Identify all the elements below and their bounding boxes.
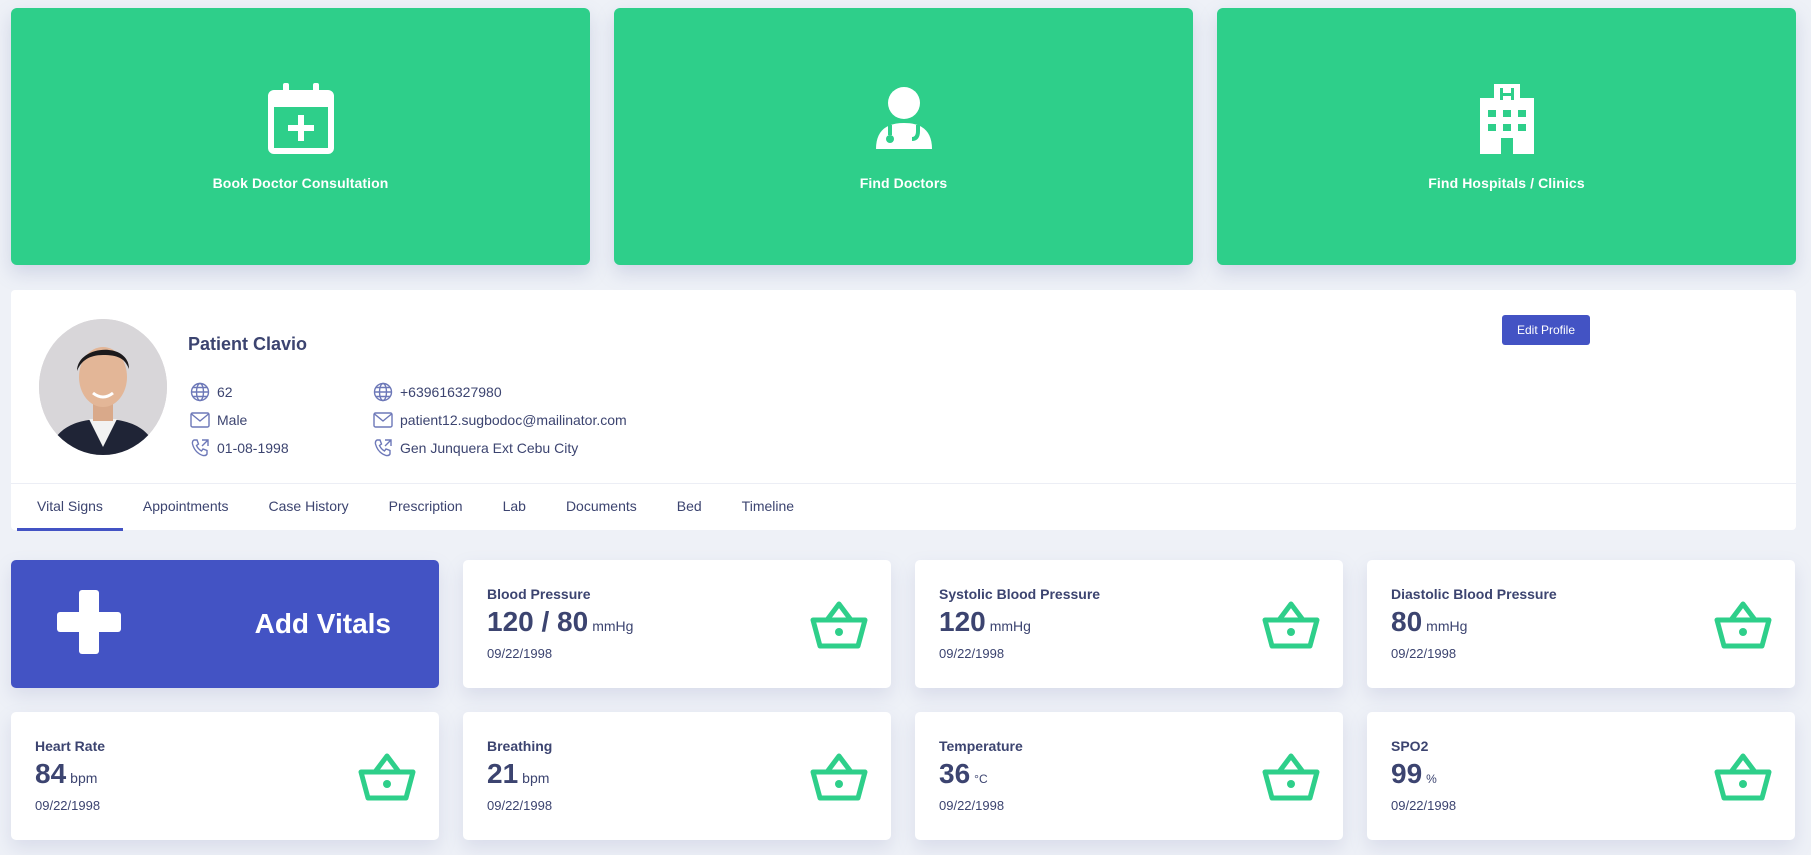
phone-row: +639616327980 [372,378,627,406]
vitals-grid: Add Vitals Blood Pressure 120 / 80 mmHg 0… [11,560,1796,840]
vital-title: Temperature [939,738,1023,754]
phone-value: +639616327980 [400,384,502,400]
vital-title: Systolic Blood Pressure [939,586,1101,602]
gender-row: Male [189,406,289,434]
vital-title: SPO2 [1391,738,1429,754]
vital-date: 09/22/1998 [35,798,101,813]
patient-info-right: +639616327980 patient12.sugbodoc@mailina… [372,378,627,462]
vital-date: 09/22/1998 [939,646,1005,661]
vital-title: Diastolic Blood Pressure [1391,586,1557,602]
avatar [39,319,167,455]
find-doctors-label: Find Doctors [859,174,948,191]
vital-unit: bpm [70,770,98,786]
vital-date: 09/22/1998 [1391,798,1457,813]
tab-bed[interactable]: Bed [657,484,722,531]
mail-icon [372,409,394,431]
birthdate-row: 01-08-1998 [189,434,289,462]
vital-title: Blood Pressure [487,586,591,602]
action-cards: Book Doctor Consultation Find Doctors Fi… [11,8,1796,265]
vital-title: Breathing [487,738,553,754]
vital-value: 36 [939,758,971,789]
basket-icon [1714,601,1772,649]
mail-icon [189,409,211,431]
find-hospitals-card[interactable]: Find Hospitals / Clinics [1217,8,1796,265]
basket-icon [1262,601,1320,649]
basket-icon [810,753,868,801]
vital-card-diastolic: Diastolic Blood Pressure 80 mmHg 09/22/19… [1367,560,1795,688]
phone-icon [372,437,394,459]
vital-date: 09/22/1998 [939,798,1005,813]
patient-profile-panel: Patient Clavio Edit Profile 62 Male 01-0… [11,290,1796,531]
vital-value: 120 / 80 [487,606,589,637]
basket-icon [810,601,868,649]
address-row: Gen Junquera Ext Cebu City [372,434,627,462]
tab-timeline[interactable]: Timeline [722,484,814,531]
basket-icon [1262,753,1320,801]
vital-card-temperature: Temperature 36 °C 09/22/1998 [915,712,1343,840]
tab-case-history[interactable]: Case History [249,484,369,531]
email-value: patient12.sugbodoc@mailinator.com [400,412,627,428]
vital-value: 120 [939,606,986,637]
calendar-plus-icon [265,82,337,155]
vital-card-blood-pressure: Blood Pressure 120 / 80 mmHg 09/22/1998 [463,560,891,688]
plus-icon [57,590,121,654]
basket-icon [358,753,416,801]
book-consultation-label: Book Doctor Consultation [212,174,389,191]
find-doctors-card[interactable]: Find Doctors [614,8,1193,265]
vital-card-spo2: SPO2 99% 09/22/1998 [1367,712,1795,840]
vital-unit: °C [974,772,988,786]
tab-vital-signs[interactable]: Vital Signs [17,484,123,531]
vital-value: 80 [1391,606,1423,637]
tab-lab[interactable]: Lab [483,484,546,531]
doctor-icon [868,83,940,155]
birthdate-value: 01-08-1998 [217,440,289,456]
book-consultation-card[interactable]: Book Doctor Consultation [11,8,590,265]
hospital-icon [1471,83,1543,155]
profile-tabs: Vital Signs Appointments Case History Pr… [11,483,1796,531]
vital-date: 09/22/1998 [487,646,553,661]
vital-date: 09/22/1998 [1391,646,1457,661]
vital-value: 99 [1391,758,1423,789]
vital-unit: bpm [522,770,550,786]
vital-card-breathing: Breathing 21 bpm 09/22/1998 [463,712,891,840]
vital-value: 21 [487,758,519,789]
vital-date: 09/22/1998 [487,798,553,813]
age-row: 62 [189,378,289,406]
tab-documents[interactable]: Documents [546,484,657,531]
tab-prescription[interactable]: Prescription [369,484,483,531]
patient-info-left: 62 Male 01-08-1998 [189,378,289,462]
add-vitals-button[interactable]: Add Vitals [11,560,439,688]
gender-value: Male [217,412,248,428]
find-hospitals-label: Find Hospitals / Clinics [1428,174,1585,191]
address-value: Gen Junquera Ext Cebu City [400,440,579,456]
phone-icon [189,437,211,459]
globe-icon [189,381,211,403]
vital-unit: mmHg [1426,618,1468,634]
email-row: patient12.sugbodoc@mailinator.com [372,406,627,434]
vital-card-systolic: Systolic Blood Pressure 120 mmHg 09/22/19… [915,560,1343,688]
vital-card-heart-rate: Heart Rate 84 bpm 09/22/1998 [11,712,439,840]
basket-icon [1714,753,1772,801]
vital-unit: mmHg [592,618,634,634]
patient-name: Patient Clavio [188,334,308,354]
vital-title: Heart Rate [35,738,106,754]
edit-profile-button[interactable]: Edit Profile [1502,315,1590,345]
globe-icon [372,381,394,403]
age-value: 62 [217,384,233,400]
vital-unit: mmHg [989,618,1031,634]
vital-unit: % [1426,772,1437,786]
add-vitals-label: Add Vitals [254,608,391,639]
vital-value: 84 [35,758,67,789]
tab-appointments[interactable]: Appointments [123,484,249,531]
